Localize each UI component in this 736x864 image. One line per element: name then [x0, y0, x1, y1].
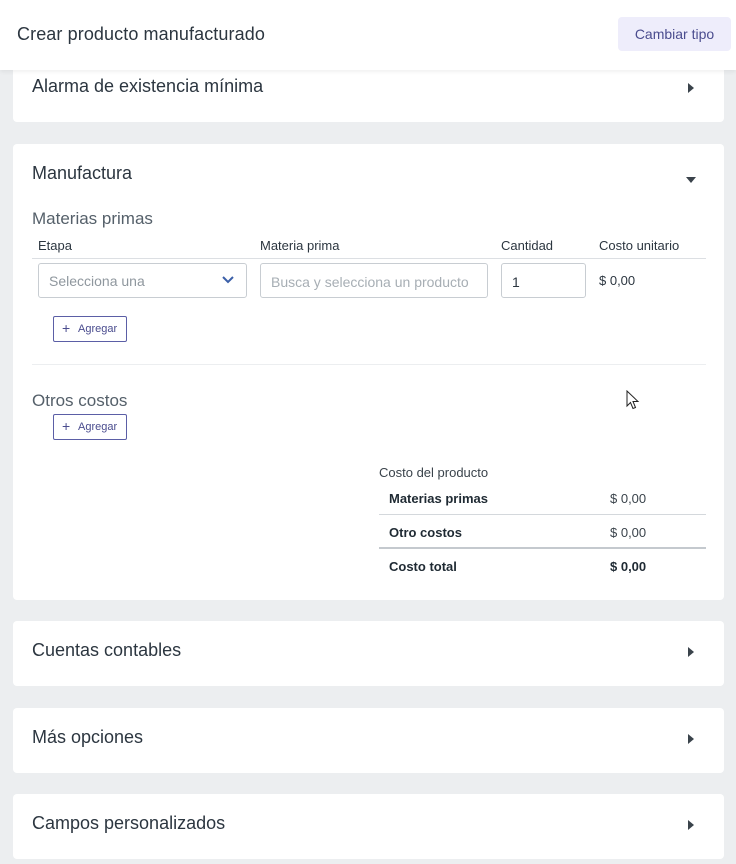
- change-type-button[interactable]: Cambiar tipo: [618, 17, 731, 51]
- custom-fields-section[interactable]: Campos personalizados: [13, 794, 724, 859]
- min-stock-title: Alarma de existencia mínima: [32, 76, 264, 96]
- summary-total-value: $ 0,00: [610, 559, 647, 574]
- summary-raw-materials-value: $ 0,00: [610, 491, 647, 506]
- expand-caret-icon[interactable]: [688, 83, 694, 93]
- expand-caret-icon[interactable]: [688, 647, 694, 657]
- more-options-section[interactable]: Más opciones: [13, 708, 724, 773]
- material-search-input[interactable]: Busca y selecciona un producto: [260, 263, 488, 298]
- chevron-down-icon: [222, 276, 234, 284]
- add-label: Agregar: [78, 421, 118, 433]
- product-cost-caption: Costo del producto: [379, 465, 489, 480]
- raw-materials-heading: Materias primas: [32, 209, 153, 228]
- mouse-cursor-icon: [626, 390, 640, 410]
- material-placeholder: Busca y selecciona un producto: [271, 274, 469, 290]
- plus-icon: +: [62, 418, 71, 434]
- col-material: Materia prima: [260, 238, 340, 253]
- summary-total-label: Costo total: [389, 559, 457, 574]
- page-title: Crear producto manufacturado: [17, 24, 265, 44]
- plus-icon: +: [62, 320, 71, 336]
- manufacturing-section: Manufactura Materias primas Etapa Materi…: [13, 144, 724, 600]
- col-quantity: Cantidad: [501, 238, 554, 253]
- quantity-input[interactable]: 1: [501, 263, 586, 298]
- add-raw-material-button[interactable]: + Agregar: [53, 316, 127, 342]
- summary-total-divider: [379, 547, 706, 549]
- top-bar: Crear producto manufacturado Cambiar tip…: [0, 0, 736, 70]
- expand-caret-icon[interactable]: [688, 820, 694, 830]
- custom-fields-title: Campos personalizados: [32, 813, 226, 833]
- summary-divider: [379, 514, 706, 515]
- col-stage: Etapa: [38, 238, 72, 253]
- add-other-cost-button[interactable]: + Agregar: [53, 414, 127, 440]
- more-options-title: Más opciones: [32, 727, 144, 747]
- collapse-caret-icon[interactable]: [686, 177, 696, 183]
- quantity-value: 1: [512, 274, 520, 290]
- expand-caret-icon[interactable]: [688, 734, 694, 744]
- accounts-section[interactable]: Cuentas contables: [13, 621, 724, 686]
- stage-placeholder: Selecciona una: [49, 273, 145, 289]
- section-divider: [32, 364, 706, 365]
- add-label: Agregar: [78, 323, 118, 335]
- summary-raw-materials-label: Materias primas: [389, 491, 488, 506]
- summary-other-costs-label: Otro costos: [389, 525, 462, 540]
- col-unit-cost: Costo unitario: [599, 238, 680, 253]
- stage-select[interactable]: Selecciona una: [38, 263, 247, 298]
- unit-cost-value: $ 0,00: [599, 273, 636, 288]
- summary-other-costs-value: $ 0,00: [610, 525, 647, 540]
- other-costs-heading: Otros costos: [32, 391, 128, 410]
- accounts-title: Cuentas contables: [32, 640, 182, 660]
- table-header-divider: [32, 258, 706, 259]
- manufacturing-title: Manufactura: [32, 163, 133, 183]
